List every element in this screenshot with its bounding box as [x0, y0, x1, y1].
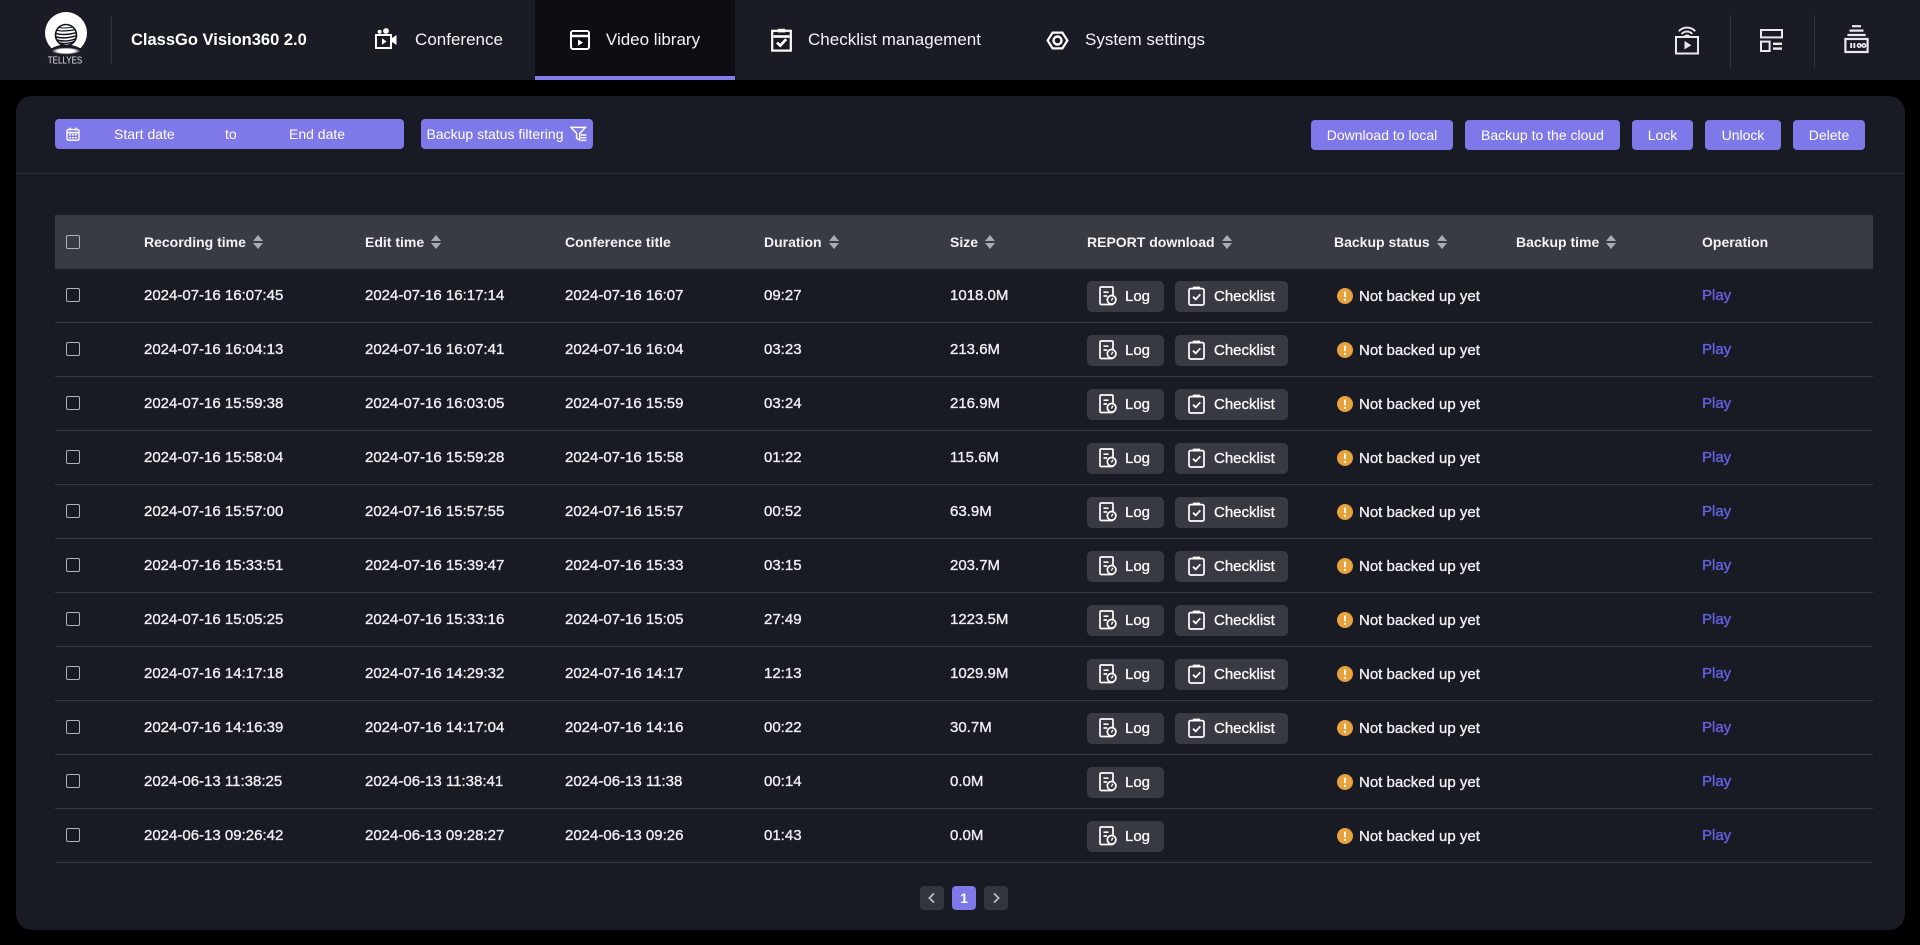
svg-text:TELLYES: TELLYES	[48, 55, 83, 67]
